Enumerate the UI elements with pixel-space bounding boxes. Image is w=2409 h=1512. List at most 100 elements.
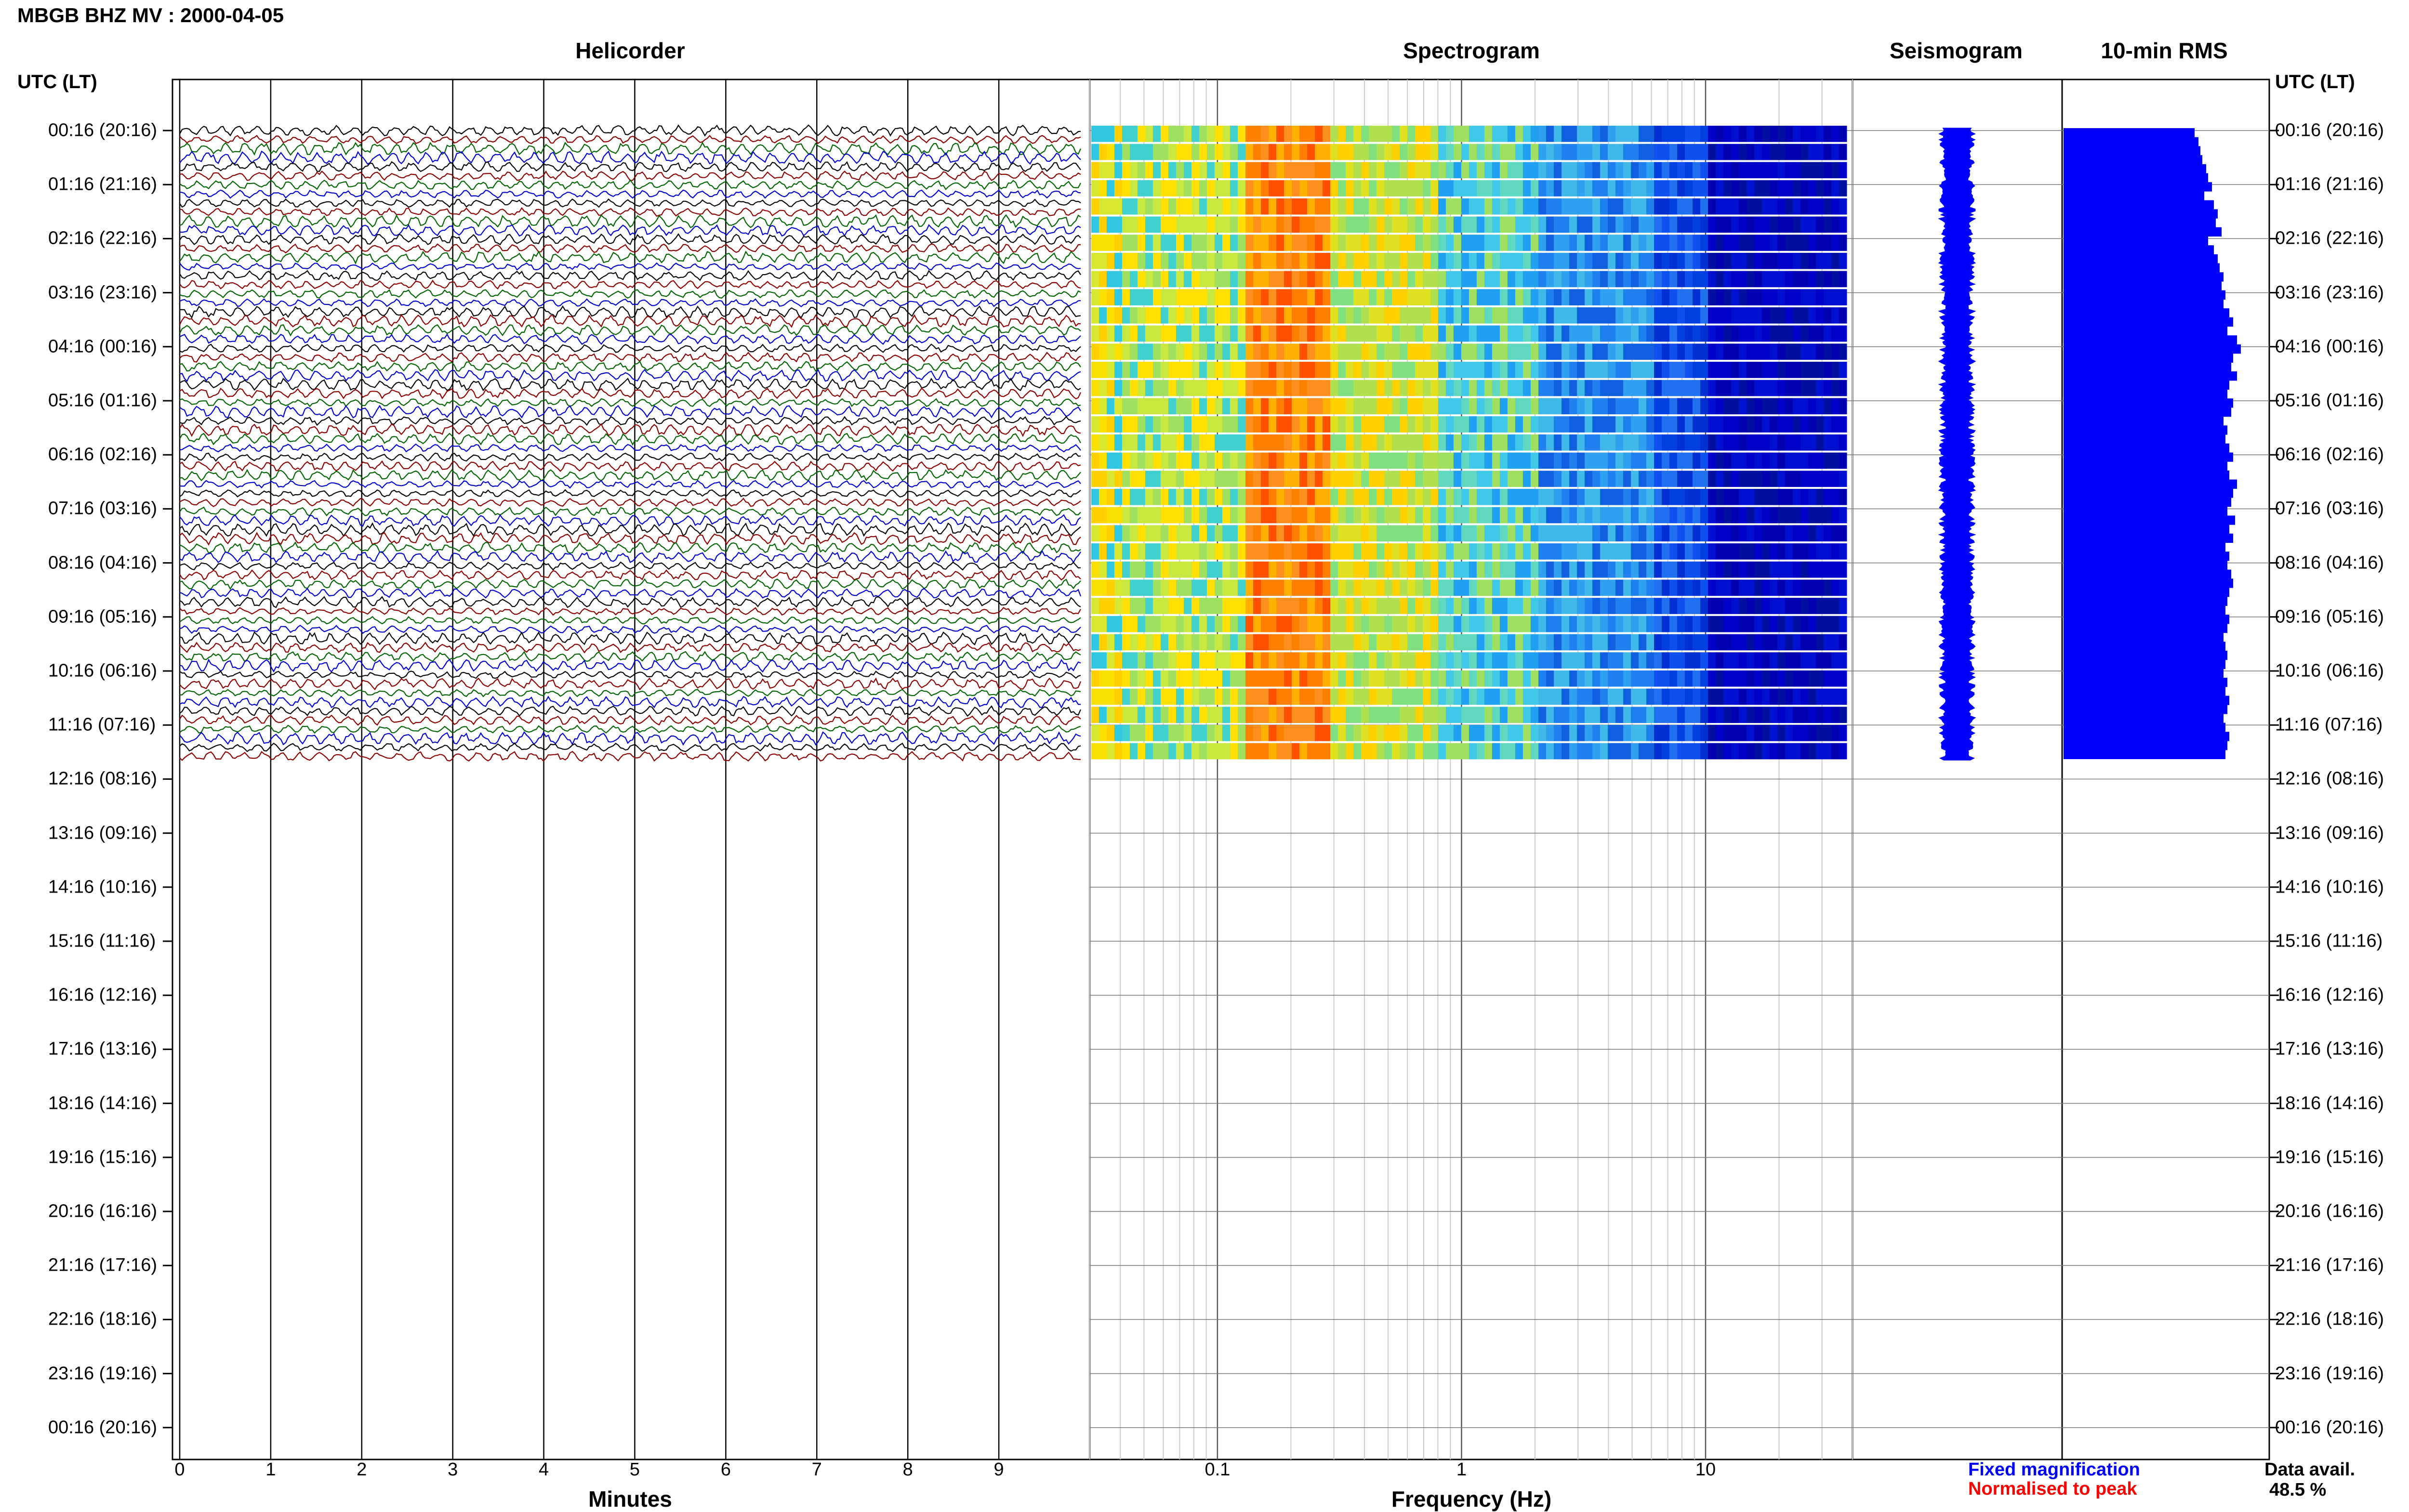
spectrogram-cell [1114, 543, 1123, 560]
spectrogram-cell [1677, 398, 1685, 415]
spectrogram-cell [1569, 235, 1577, 251]
spectrogram-cell [1546, 144, 1554, 160]
spectrogram-cell [1762, 743, 1770, 760]
spectrogram-cell [1646, 325, 1655, 342]
spectrogram-cell [1631, 543, 1639, 560]
spectrogram-cell [1122, 398, 1130, 415]
spectrogram-cell [1531, 561, 1539, 578]
spectrogram-cell [1261, 216, 1269, 233]
spectrogram-cell [1276, 525, 1284, 542]
spectrogram-cell [1824, 471, 1832, 487]
spectrogram-cell [1461, 380, 1469, 396]
spectrogram-cell [1708, 688, 1716, 705]
spectrogram-cell [1407, 598, 1416, 614]
spectrogram-cell [1646, 216, 1655, 233]
spectrogram-cell [1091, 252, 1099, 269]
spectrogram-cell [1662, 271, 1670, 288]
spectrogram-cell [1269, 398, 1277, 415]
spectrogram-cell [1639, 198, 1647, 215]
spectrogram-cell [1770, 325, 1778, 342]
spectrogram-cell [1716, 216, 1724, 233]
spectrogram-cell [1562, 398, 1570, 415]
spectrogram-cell [1253, 271, 1261, 288]
spectrogram-cell [1392, 579, 1400, 596]
spectrogram-cell [1592, 289, 1601, 305]
spectrogram-cell [1477, 543, 1485, 560]
spectrogram-cell [1831, 162, 1840, 179]
spectrogram-cell [1515, 343, 1523, 360]
spectrogram-cell [1808, 180, 1816, 197]
spectrogram-cell [1646, 724, 1655, 741]
helicorder-tick-label: 4 [539, 1459, 549, 1480]
spectrogram-cell [1138, 707, 1146, 723]
spectrogram-cell [1138, 434, 1146, 451]
spectrogram-cell [1747, 434, 1755, 451]
helicorder-trace [179, 705, 1082, 717]
spectrogram-cell [1793, 416, 1801, 433]
spectrogram-cell [1292, 362, 1300, 378]
spectrogram-cell [1615, 416, 1624, 433]
time-label-left: 01:16 (21:16) [48, 174, 158, 195]
spectrogram-cell [1770, 688, 1778, 705]
spectrogram-cell [1708, 543, 1716, 560]
spectrogram-cell [1800, 452, 1809, 469]
spectrogram-cell [1477, 307, 1485, 324]
spectrogram-cell [1569, 398, 1577, 415]
spectrogram-cell [1323, 307, 1331, 324]
spectrogram-cell [1138, 180, 1146, 197]
spectrogram-cell [1138, 652, 1146, 669]
spectrogram-cell [1307, 343, 1315, 360]
spectrogram-cell [1677, 180, 1685, 197]
spectrogram-cell [1831, 525, 1840, 542]
spectrogram-cell [1808, 743, 1816, 760]
spectrogram-cell [1646, 488, 1655, 505]
spectrogram-cell [1515, 561, 1523, 578]
spectrogram-cell [1153, 289, 1161, 305]
spectrogram-cell [1215, 416, 1223, 433]
spectrogram-cell [1091, 144, 1099, 160]
spectrogram-cell [1477, 235, 1485, 251]
spectrogram-cell [1793, 126, 1801, 142]
spectrogram-cell [1461, 144, 1469, 160]
spectrogram-cell [1230, 271, 1238, 288]
helicorder-tick-label: 3 [448, 1459, 458, 1480]
spectrogram-cell [1369, 380, 1377, 396]
spectrogram-cell [1577, 543, 1585, 560]
spectrogram-cell [1161, 434, 1169, 451]
spectrogram-cell [1554, 398, 1562, 415]
spectrogram-cell [1793, 216, 1801, 233]
spectrogram-cell [1669, 707, 1678, 723]
spectrogram-cell [1762, 598, 1770, 614]
spectrogram-cell [1523, 707, 1531, 723]
spectrogram-cell [1623, 271, 1631, 288]
spectrogram-cell [1299, 307, 1308, 324]
spectrogram-cell [1700, 343, 1708, 360]
spectrogram-cell [1338, 507, 1346, 524]
spectrogram-cell [1716, 652, 1724, 669]
spectrogram-cell [1700, 688, 1708, 705]
spectrogram-cell [1253, 743, 1261, 760]
spectrogram-cell [1777, 743, 1786, 760]
spectrogram-cell [1284, 271, 1292, 288]
spectrogram-cell [1438, 380, 1446, 396]
spectrogram-cell [1315, 162, 1323, 179]
spectrogram-cell [1569, 543, 1577, 560]
spectrogram-cell [1777, 434, 1786, 451]
spectrogram-cell [1793, 561, 1801, 578]
spectrogram-cell [1723, 343, 1732, 360]
spectrogram-cell [1230, 216, 1238, 233]
spectrogram-cell [1415, 598, 1423, 614]
spectrogram-cell [1284, 452, 1292, 469]
spectrogram-cell [1662, 598, 1670, 614]
spectrogram-cell [1191, 216, 1200, 233]
spectrogram-cell [1107, 471, 1115, 487]
spectrogram-cell [1400, 471, 1408, 487]
spectrogram-cell [1369, 488, 1377, 505]
spectrogram-cell [1615, 488, 1624, 505]
spectrogram-cell [1538, 543, 1547, 560]
spectrogram-cell [1245, 216, 1254, 233]
spectrogram-cell [1708, 652, 1716, 669]
spectrogram-cell [1839, 652, 1847, 669]
spectrogram-cell [1639, 289, 1647, 305]
spectrogram-cell [1423, 743, 1431, 760]
